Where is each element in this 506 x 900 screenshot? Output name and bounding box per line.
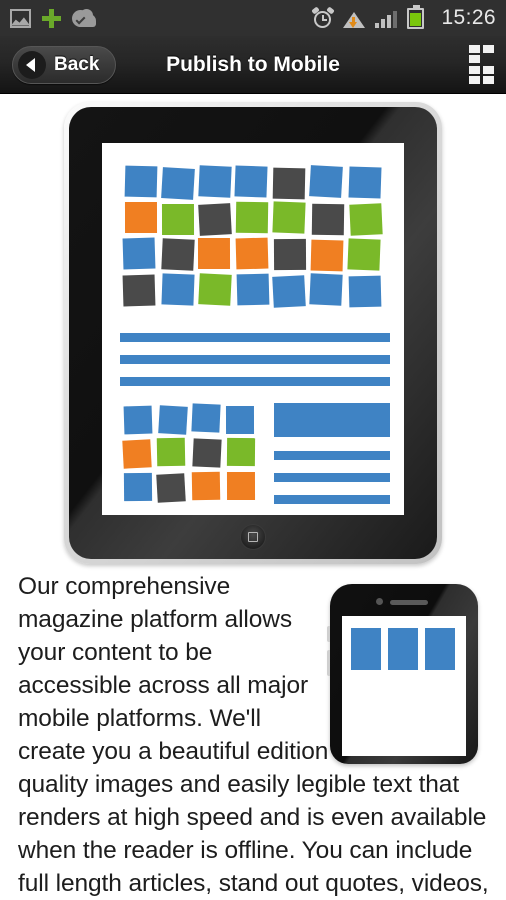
tile xyxy=(309,164,343,198)
chevron-left-icon xyxy=(18,50,46,79)
tile xyxy=(192,471,221,500)
text-bar xyxy=(274,451,390,460)
tile xyxy=(227,471,256,500)
phone-speaker-icon xyxy=(390,600,428,605)
signal-bars-icon xyxy=(375,9,398,28)
tile xyxy=(124,202,157,234)
tile xyxy=(161,273,195,306)
description-text-block: Our comprehensive magazine platform allo… xyxy=(0,564,506,900)
alarm-icon xyxy=(311,6,336,28)
scroll-content[interactable]: Our comprehensive magazine platform allo… xyxy=(0,94,506,900)
status-bar-left-icons xyxy=(10,8,96,28)
phone-device-illustration xyxy=(327,584,478,764)
tile xyxy=(349,203,383,236)
tile xyxy=(226,406,255,435)
tile xyxy=(198,273,232,306)
tile xyxy=(122,439,152,469)
tile xyxy=(190,403,221,433)
tile xyxy=(272,167,306,200)
tablet-bezel xyxy=(69,107,437,559)
tile xyxy=(234,165,268,198)
tile xyxy=(157,405,188,436)
tile xyxy=(235,237,269,270)
tile xyxy=(347,238,381,271)
tile xyxy=(161,203,194,235)
back-button-label: Back xyxy=(54,53,100,75)
text-bar xyxy=(120,333,390,342)
tablet-illustration-wrap xyxy=(58,102,448,564)
cloud-check-icon xyxy=(72,9,96,27)
screenshot-icon xyxy=(10,8,31,28)
text-bar xyxy=(120,355,390,364)
phone-illustration-wrap xyxy=(327,584,478,764)
tile xyxy=(198,202,233,236)
tile xyxy=(311,204,345,236)
text-bar xyxy=(274,403,390,437)
tile xyxy=(198,238,231,270)
text-bar xyxy=(120,377,390,386)
action-bar: Back Publish to Mobile xyxy=(0,36,506,94)
tablet-screen xyxy=(102,143,404,515)
text-bar xyxy=(274,473,390,482)
tile xyxy=(125,165,158,198)
tile xyxy=(272,201,306,234)
wifi-download-icon xyxy=(343,9,366,28)
tile xyxy=(122,274,156,307)
tile xyxy=(122,237,156,270)
tile xyxy=(273,239,307,271)
status-bar-clock: 15:26 xyxy=(441,6,496,29)
tile xyxy=(161,238,195,271)
home-button xyxy=(240,524,266,550)
tile xyxy=(236,273,270,306)
text-bar xyxy=(274,495,390,504)
tile xyxy=(226,437,256,467)
phone-camera-icon xyxy=(376,598,383,605)
phone-screen xyxy=(342,616,466,756)
tile xyxy=(156,473,186,503)
tile xyxy=(235,201,269,234)
tile xyxy=(272,275,306,308)
grid-menu-icon[interactable] xyxy=(469,44,494,85)
tile xyxy=(192,438,222,469)
tile xyxy=(349,275,382,308)
tile xyxy=(348,166,382,199)
tile xyxy=(157,438,186,467)
tile xyxy=(351,628,381,670)
back-button[interactable]: Back xyxy=(12,45,117,84)
status-bar: 15:26 xyxy=(0,0,506,36)
tablet-device-illustration xyxy=(64,102,442,564)
status-bar-right-icons: 15:26 xyxy=(311,4,496,30)
tile xyxy=(309,273,344,306)
tile xyxy=(198,165,232,198)
battery-icon xyxy=(407,4,425,29)
tile xyxy=(124,472,153,502)
tile xyxy=(123,405,153,435)
tile xyxy=(388,628,418,670)
tile xyxy=(425,628,455,670)
tile xyxy=(161,167,196,200)
tile xyxy=(310,239,344,272)
plus-icon xyxy=(42,8,61,28)
